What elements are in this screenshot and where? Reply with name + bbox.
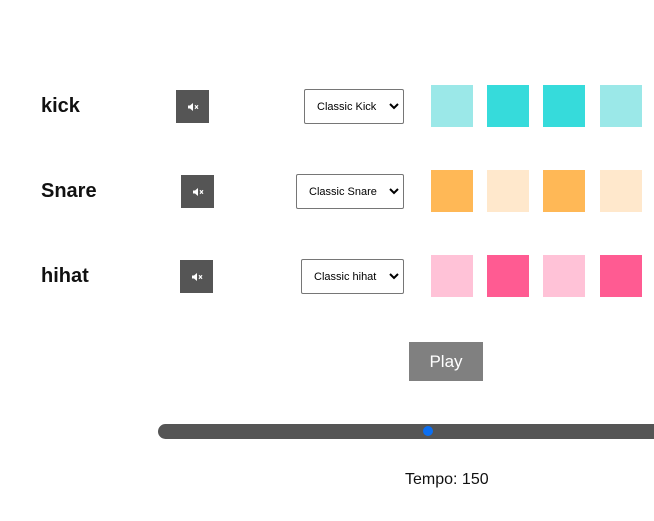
- step-snare-4[interactable]: [600, 170, 642, 212]
- sound-select-value: Classic Snare: [309, 185, 377, 198]
- step-snare-1[interactable]: [431, 170, 473, 212]
- chevron-down-icon: [385, 103, 403, 110]
- step-hihat-1[interactable]: [431, 255, 473, 297]
- mute-button-kick[interactable]: [176, 90, 209, 123]
- sound-select-kick[interactable]: Classic Kick: [304, 89, 404, 124]
- chevron-down-icon: [385, 273, 403, 280]
- track-name-kick: kick: [41, 95, 80, 117]
- mute-button-hihat[interactable]: [180, 260, 213, 293]
- step-kick-4[interactable]: [600, 85, 642, 127]
- step-hihat-3[interactable]: [543, 255, 585, 297]
- chevron-down-icon: [385, 188, 403, 195]
- track-name-hihat: hihat: [41, 265, 89, 287]
- sound-select-value: Classic hihat: [314, 270, 377, 283]
- tempo-label: Tempo: 150: [405, 471, 489, 488]
- mute-button-snare[interactable]: [181, 175, 214, 208]
- step-snare-2[interactable]: [487, 170, 529, 212]
- track-name-snare: Snare: [41, 180, 97, 202]
- step-hihat-2[interactable]: [487, 255, 529, 297]
- speaker-muted-icon: [187, 102, 199, 112]
- step-kick-3[interactable]: [543, 85, 585, 127]
- sound-select-hihat[interactable]: Classic hihat: [301, 259, 404, 294]
- step-kick-2[interactable]: [487, 85, 529, 127]
- sound-select-snare[interactable]: Classic Snare: [296, 174, 404, 209]
- play-button[interactable]: Play: [409, 342, 483, 381]
- tempo-slider-track[interactable]: [158, 424, 654, 439]
- speaker-muted-icon: [192, 187, 204, 197]
- speaker-muted-icon: [191, 272, 203, 282]
- step-kick-1[interactable]: [431, 85, 473, 127]
- step-snare-3[interactable]: [543, 170, 585, 212]
- sound-select-value: Classic Kick: [317, 100, 377, 113]
- step-hihat-4[interactable]: [600, 255, 642, 297]
